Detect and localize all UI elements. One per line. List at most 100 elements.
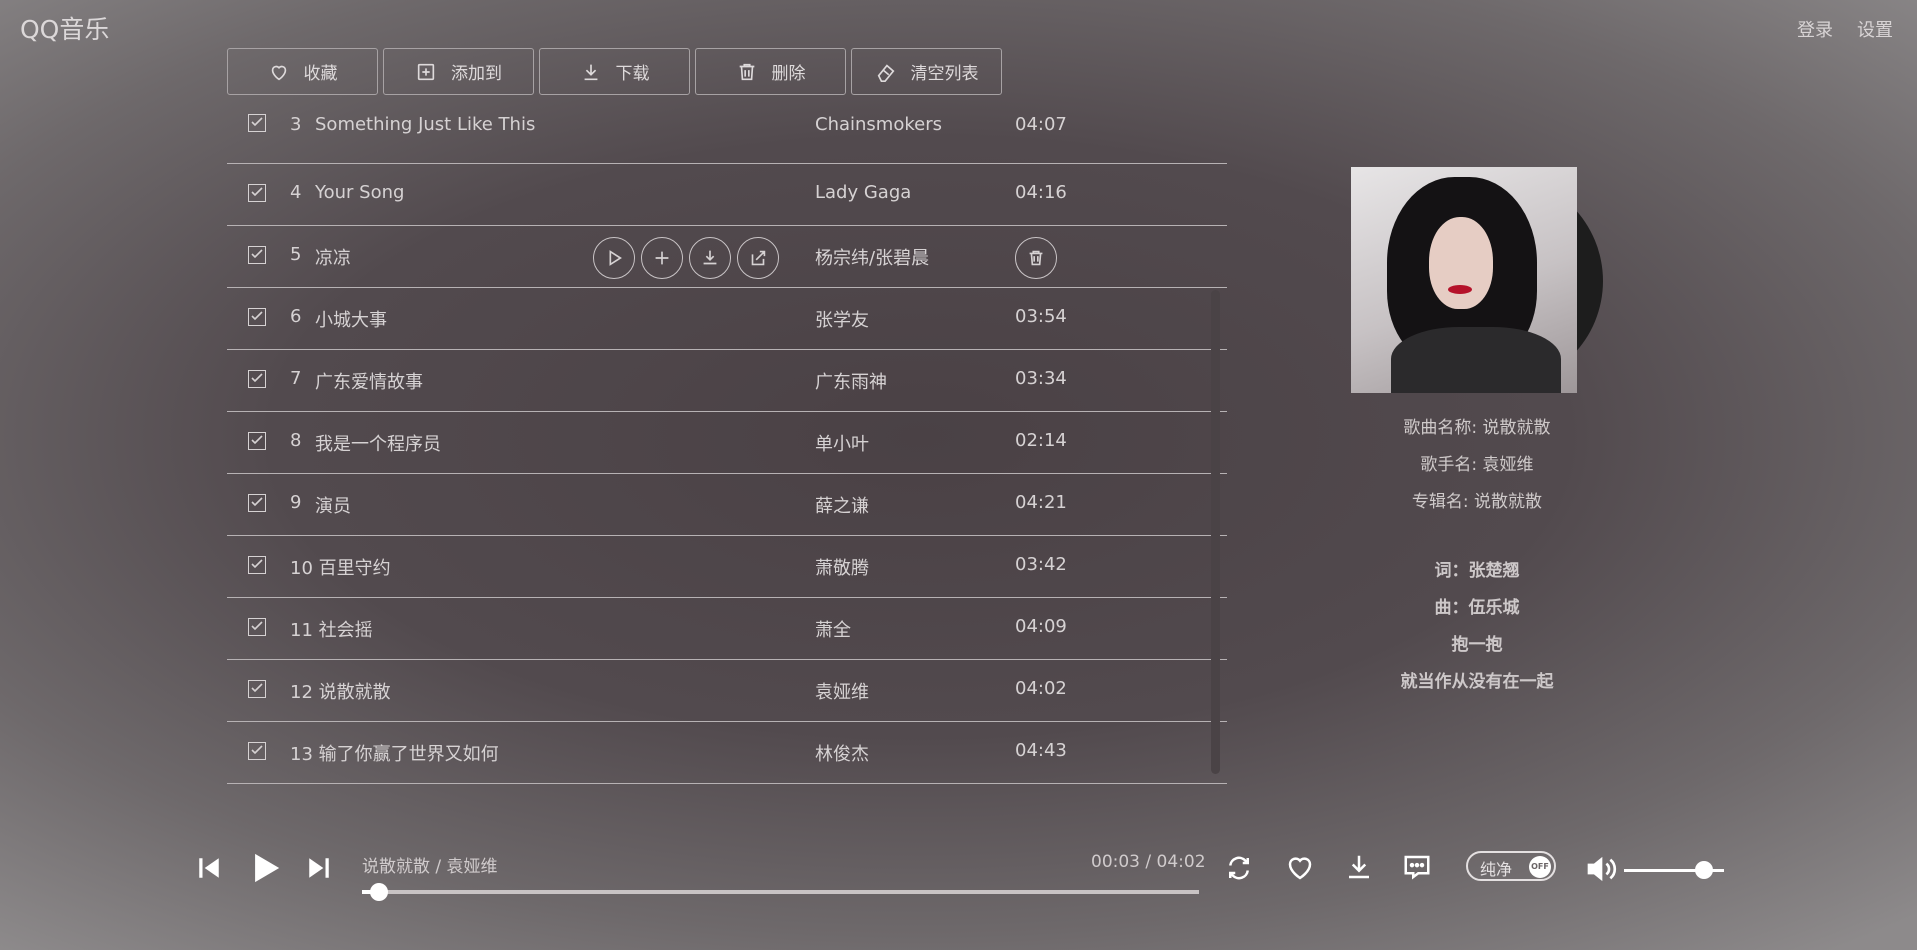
row-play-button[interactable] (593, 237, 635, 279)
song-title: 凉凉 (315, 248, 351, 269)
lyric-line: 曲：伍乐城 (1434, 598, 1520, 618)
album-art (1351, 167, 1603, 393)
song-duration: 04:07 (1015, 114, 1067, 135)
song-row[interactable]: 10 百里守约 萧敬腾 03:42 (227, 536, 1227, 598)
favorite-label: 收藏 (303, 64, 338, 84)
album-cover (1351, 167, 1577, 393)
song-artist: 杨宗纬/张碧晨 (815, 248, 930, 269)
row-checkbox[interactable] (248, 742, 266, 760)
row-actions (593, 237, 779, 279)
song-artist: 萧全 (815, 620, 851, 641)
pure-mode-label: 纯净 (1480, 860, 1513, 879)
song-number: 4 (290, 182, 302, 203)
check-icon (251, 621, 263, 631)
song-artist: Lady Gaga (815, 182, 912, 203)
row-checkbox[interactable] (248, 432, 266, 450)
download-icon (584, 64, 597, 80)
now-playing: 说散就散 / 袁娅维 (362, 857, 498, 877)
song-duration: 04:43 (1015, 740, 1067, 761)
play-button[interactable] (248, 850, 282, 886)
comment-icon[interactable] (1402, 852, 1432, 882)
song-artist: 林俊杰 (815, 744, 869, 765)
lyric-line: 抱一抱 (1451, 635, 1503, 655)
loop-mode-icon[interactable] (1223, 853, 1255, 883)
login-link[interactable]: 登录 (1797, 16, 1833, 42)
top-links: 登录 设置 (1797, 16, 1893, 42)
row-download-button[interactable] (689, 237, 731, 279)
pure-mode-toggle[interactable]: 纯净 OFF (1466, 851, 1556, 881)
song-row[interactable]: 8 我是一个程序员 单小叶 02:14 (227, 412, 1227, 474)
song-row[interactable]: 7 广东爱情故事 广东雨神 03:34 (227, 350, 1227, 412)
song-number: 8 (290, 430, 302, 451)
row-checkbox[interactable] (248, 618, 266, 636)
row-checkbox[interactable] (248, 680, 266, 698)
delete-label: 删除 (771, 64, 806, 84)
pure-mode-state: OFF (1529, 856, 1551, 878)
settings-link[interactable]: 设置 (1857, 16, 1893, 42)
song-duration: 04:02 (1015, 678, 1067, 699)
download-icon (703, 250, 717, 265)
song-info: 歌曲名称: 说散就散 歌手名: 袁娅维 专辑名: 说散就散 (1351, 410, 1603, 521)
song-title: Something Just Like This (315, 114, 536, 135)
plus-icon (655, 251, 669, 265)
next-button[interactable] (306, 855, 332, 881)
row-share-button[interactable] (737, 237, 779, 279)
lyric-line: 词：张楚翘 (1434, 561, 1520, 581)
album-name-text: 专辑名: 说散就散 (1411, 492, 1543, 512)
download-icon[interactable] (1344, 852, 1374, 882)
song-title: 12 说散就散 (290, 682, 391, 703)
volume-knob[interactable] (1695, 861, 1713, 879)
song-artist: 张学友 (815, 310, 869, 331)
progress-knob[interactable] (369, 883, 388, 901)
check-icon (251, 745, 263, 755)
row-checkbox[interactable] (248, 184, 266, 202)
share-icon (751, 250, 766, 266)
song-artist: 萧敬腾 (815, 558, 869, 579)
song-row[interactable]: 9 演员 薛之谦 04:21 (227, 474, 1227, 536)
song-artist: 单小叶 (815, 434, 869, 455)
row-checkbox[interactable] (248, 494, 266, 512)
favorite-heart-icon[interactable] (1285, 853, 1315, 883)
song-artist: 广东雨神 (815, 372, 887, 393)
add-to-button[interactable]: 添加到 (383, 48, 534, 95)
song-number: 9 (290, 492, 302, 513)
song-row-hovered[interactable]: 5 凉凉 杨宗纬/张碧晨 (227, 226, 1227, 288)
row-checkbox[interactable] (248, 556, 266, 574)
progress-bar[interactable] (362, 883, 1199, 901)
list-scrollbar[interactable] (1211, 290, 1220, 774)
row-checkbox[interactable] (248, 114, 266, 132)
check-icon (251, 117, 263, 127)
row-checkbox[interactable] (248, 370, 266, 388)
row-delete-button[interactable] (1015, 237, 1057, 279)
trash-icon (739, 63, 754, 80)
row-checkbox[interactable] (248, 246, 266, 264)
song-row[interactable]: 12 说散就散 袁娅维 04:02 (227, 660, 1227, 722)
check-icon (251, 249, 263, 259)
song-row[interactable]: 6 小城大事 张学友 03:54 (227, 288, 1227, 350)
playback-time: 00:03 / 04:02 (1091, 852, 1206, 872)
clear-list-button[interactable]: 清空列表 (851, 48, 1002, 95)
song-artist: Chainsmokers (815, 114, 942, 135)
app-logo: QQ音乐 (20, 15, 110, 44)
song-row[interactable]: 3 Something Just Like This Chainsmokers … (227, 110, 1227, 164)
song-title: 小城大事 (315, 310, 387, 331)
heart-icon (271, 65, 286, 80)
volume-slider[interactable] (1624, 861, 1724, 879)
volume-icon[interactable] (1585, 853, 1617, 885)
row-add-button[interactable] (641, 237, 683, 279)
row-checkbox[interactable] (248, 308, 266, 326)
song-title: 广东爱情故事 (315, 372, 423, 393)
song-duration: 03:54 (1015, 306, 1067, 327)
plus-square-icon (417, 63, 435, 80)
song-duration: 02:14 (1015, 430, 1067, 451)
song-row[interactable]: 4 Your Song Lady Gaga 04:16 (227, 164, 1227, 226)
delete-button[interactable]: 删除 (695, 48, 846, 95)
previous-button[interactable] (196, 855, 222, 881)
song-duration: 04:16 (1015, 182, 1067, 203)
favorite-button[interactable]: 收藏 (227, 48, 378, 95)
song-duration: 03:34 (1015, 368, 1067, 389)
song-row[interactable]: 13 输了你赢了世界又如何 林俊杰 04:43 (227, 722, 1227, 784)
player-bar: 说散就散 / 袁娅维 00:03 / 04:02 纯净 OFF (0, 840, 1917, 920)
download-button[interactable]: 下载 (539, 48, 690, 95)
song-row[interactable]: 11 社会摇 萧全 04:09 (227, 598, 1227, 660)
